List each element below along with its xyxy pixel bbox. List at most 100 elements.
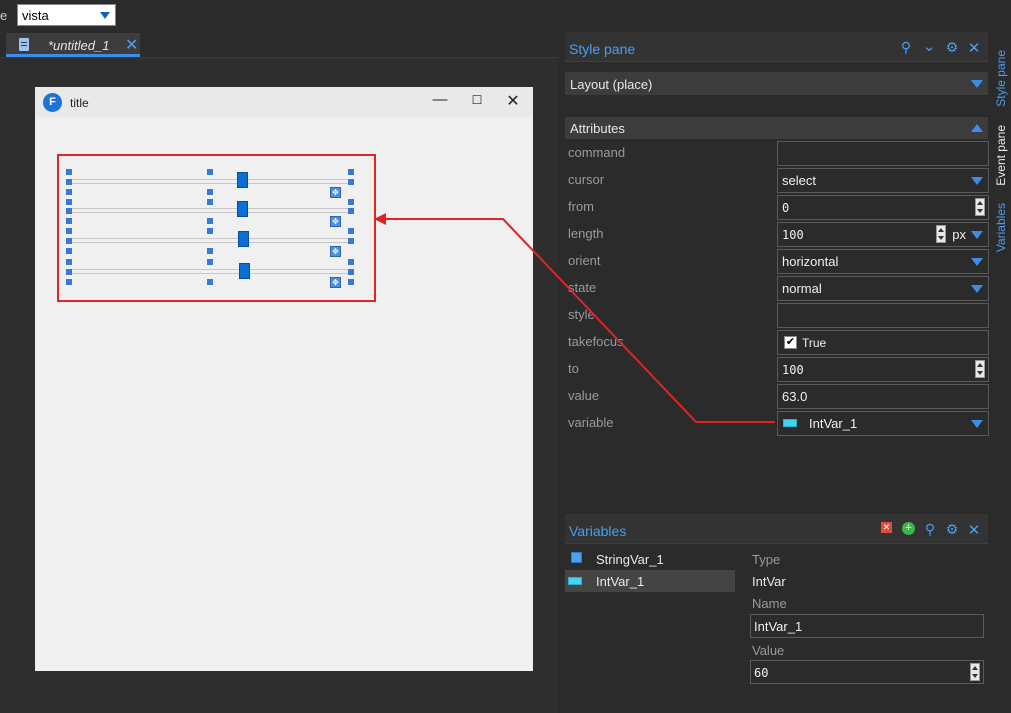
delete-icon[interactable]: ✕ xyxy=(881,522,892,533)
attr-row-value: value 63.0 xyxy=(565,384,989,411)
design-window[interactable]: F title — ☐ ✕ ✥ ✥ ✥ ✥ xyxy=(35,87,533,671)
resize-handle[interactable] xyxy=(348,199,354,205)
move-icon[interactable]: ✥ xyxy=(330,277,341,288)
resize-handle[interactable] xyxy=(66,179,72,185)
design-window-title: title xyxy=(70,96,89,110)
design-canvas[interactable]: F title — ☐ ✕ ✥ ✥ ✥ ✥ xyxy=(0,58,558,713)
resize-handle[interactable] xyxy=(207,199,213,205)
theme-select[interactable]: vista xyxy=(17,4,116,26)
resize-handle[interactable] xyxy=(348,279,354,285)
maximize-icon[interactable]: ☐ xyxy=(466,93,488,107)
side-tab-strip: Style pane Event pane Variables xyxy=(993,30,1011,713)
intvar-icon xyxy=(568,577,582,585)
resize-handle[interactable] xyxy=(207,169,213,175)
attributes-section-header[interactable]: Attributes xyxy=(565,117,988,139)
style-input[interactable] xyxy=(777,303,989,328)
resize-handle[interactable] xyxy=(207,259,213,265)
resize-handle[interactable] xyxy=(348,169,354,175)
resize-handle[interactable] xyxy=(348,208,354,214)
side-tab-event-pane[interactable]: Event pane xyxy=(994,125,1008,186)
chevron-down-icon[interactable]: ⌄ xyxy=(921,37,937,55)
variables-pane-header: Variables ✕ + ⚲ ⚙ ✕ xyxy=(565,514,988,544)
resize-handle[interactable] xyxy=(66,269,72,275)
takefocus-field[interactable]: ✔ True xyxy=(777,330,989,355)
resize-handle[interactable] xyxy=(207,218,213,224)
resize-handle[interactable] xyxy=(66,169,72,175)
resize-handle[interactable] xyxy=(348,259,354,265)
side-tab-variables[interactable]: Variables xyxy=(994,203,1008,252)
scale-slider-thumb[interactable] xyxy=(239,263,250,279)
resize-handle[interactable] xyxy=(66,259,72,265)
close-icon[interactable]: ✕ xyxy=(966,521,982,539)
length-spinbox[interactable]: 100 px xyxy=(777,222,989,247)
resize-handle[interactable] xyxy=(348,269,354,275)
attr-label: to xyxy=(568,361,579,376)
value-label: Value xyxy=(752,643,785,658)
app-logo-icon: F xyxy=(43,93,62,112)
search-icon[interactable]: ⚲ xyxy=(922,521,938,538)
move-icon[interactable]: ✥ xyxy=(330,187,341,198)
side-tab-style-pane[interactable]: Style pane xyxy=(994,50,1008,107)
resize-handle[interactable] xyxy=(66,218,72,224)
resize-handle[interactable] xyxy=(66,189,72,195)
takefocus-checkbox[interactable]: ✔ xyxy=(784,336,797,349)
resize-handle[interactable] xyxy=(348,238,354,244)
scale-widget[interactable] xyxy=(69,208,352,213)
attr-row-takefocus: takefocus ✔ True xyxy=(565,330,989,357)
close-icon[interactable]: ✕ xyxy=(125,35,138,55)
style-pane-title: Style pane xyxy=(569,41,636,57)
scale-slider-thumb[interactable] xyxy=(238,231,249,247)
resize-handle[interactable] xyxy=(348,179,354,185)
search-icon[interactable]: ⚲ xyxy=(898,39,914,56)
resize-handle[interactable] xyxy=(207,228,213,234)
spinner-arrows-icon[interactable] xyxy=(936,225,946,243)
attr-row-cursor: cursor select xyxy=(565,168,989,195)
move-icon[interactable]: ✥ xyxy=(330,216,341,227)
close-icon[interactable]: ✕ xyxy=(502,91,524,111)
spinner-arrows-icon[interactable] xyxy=(975,198,985,216)
spinner-arrows-icon[interactable] xyxy=(975,360,985,378)
command-input[interactable] xyxy=(777,141,989,166)
resize-handle[interactable] xyxy=(66,208,72,214)
length-unit[interactable]: px xyxy=(952,227,966,242)
move-icon[interactable]: ✥ xyxy=(330,246,341,257)
scale-widget[interactable] xyxy=(69,269,352,274)
to-value: 100 xyxy=(782,363,804,377)
tab-untitled-1[interactable]: *untitled_1 ✕ xyxy=(6,33,140,57)
variable-select[interactable]: IntVar_1 xyxy=(777,411,989,436)
resize-handle[interactable] xyxy=(348,228,354,234)
resize-handle[interactable] xyxy=(66,238,72,244)
gear-icon[interactable]: ⚙ xyxy=(944,39,960,56)
cursor-select[interactable]: select xyxy=(777,168,989,193)
gear-icon[interactable]: ⚙ xyxy=(944,521,960,538)
design-window-titlebar[interactable]: F title — ☐ ✕ xyxy=(35,87,533,117)
value-input[interactable]: 63.0 xyxy=(777,384,989,409)
resize-handle[interactable] xyxy=(66,279,72,285)
spinner-arrows-icon[interactable] xyxy=(970,663,980,681)
add-icon[interactable]: + xyxy=(902,522,915,535)
to-spinbox[interactable]: 100 xyxy=(777,357,989,382)
layout-dropdown[interactable]: Layout (place) xyxy=(565,72,988,95)
orient-select[interactable]: horizontal xyxy=(777,249,989,274)
variable-value-spinbox[interactable]: 60 xyxy=(750,660,984,684)
scale-slider-thumb[interactable] xyxy=(237,172,248,188)
variable-list-item[interactable]: IntVar_1 xyxy=(565,570,735,592)
selected-widget-group[interactable]: ✥ ✥ ✥ ✥ xyxy=(57,154,376,302)
variable-list-item[interactable]: StringVar_1 xyxy=(565,548,735,570)
resize-handle[interactable] xyxy=(66,228,72,234)
state-select[interactable]: normal xyxy=(777,276,989,301)
scale-slider-thumb[interactable] xyxy=(237,201,248,217)
resize-handle[interactable] xyxy=(207,189,213,195)
variable-name-input[interactable]: IntVar_1 xyxy=(750,614,984,638)
minimize-icon[interactable]: — xyxy=(429,91,451,108)
chevron-down-icon[interactable] xyxy=(971,231,983,239)
scale-widget[interactable] xyxy=(69,238,352,243)
resize-handle[interactable] xyxy=(207,248,213,254)
close-icon[interactable]: ✕ xyxy=(966,39,982,57)
resize-handle[interactable] xyxy=(66,199,72,205)
attr-row-style: style xyxy=(565,303,989,330)
resize-handle[interactable] xyxy=(66,248,72,254)
resize-handle[interactable] xyxy=(207,279,213,285)
scale-widget[interactable] xyxy=(69,179,352,184)
from-spinbox[interactable]: 0 xyxy=(777,195,989,220)
